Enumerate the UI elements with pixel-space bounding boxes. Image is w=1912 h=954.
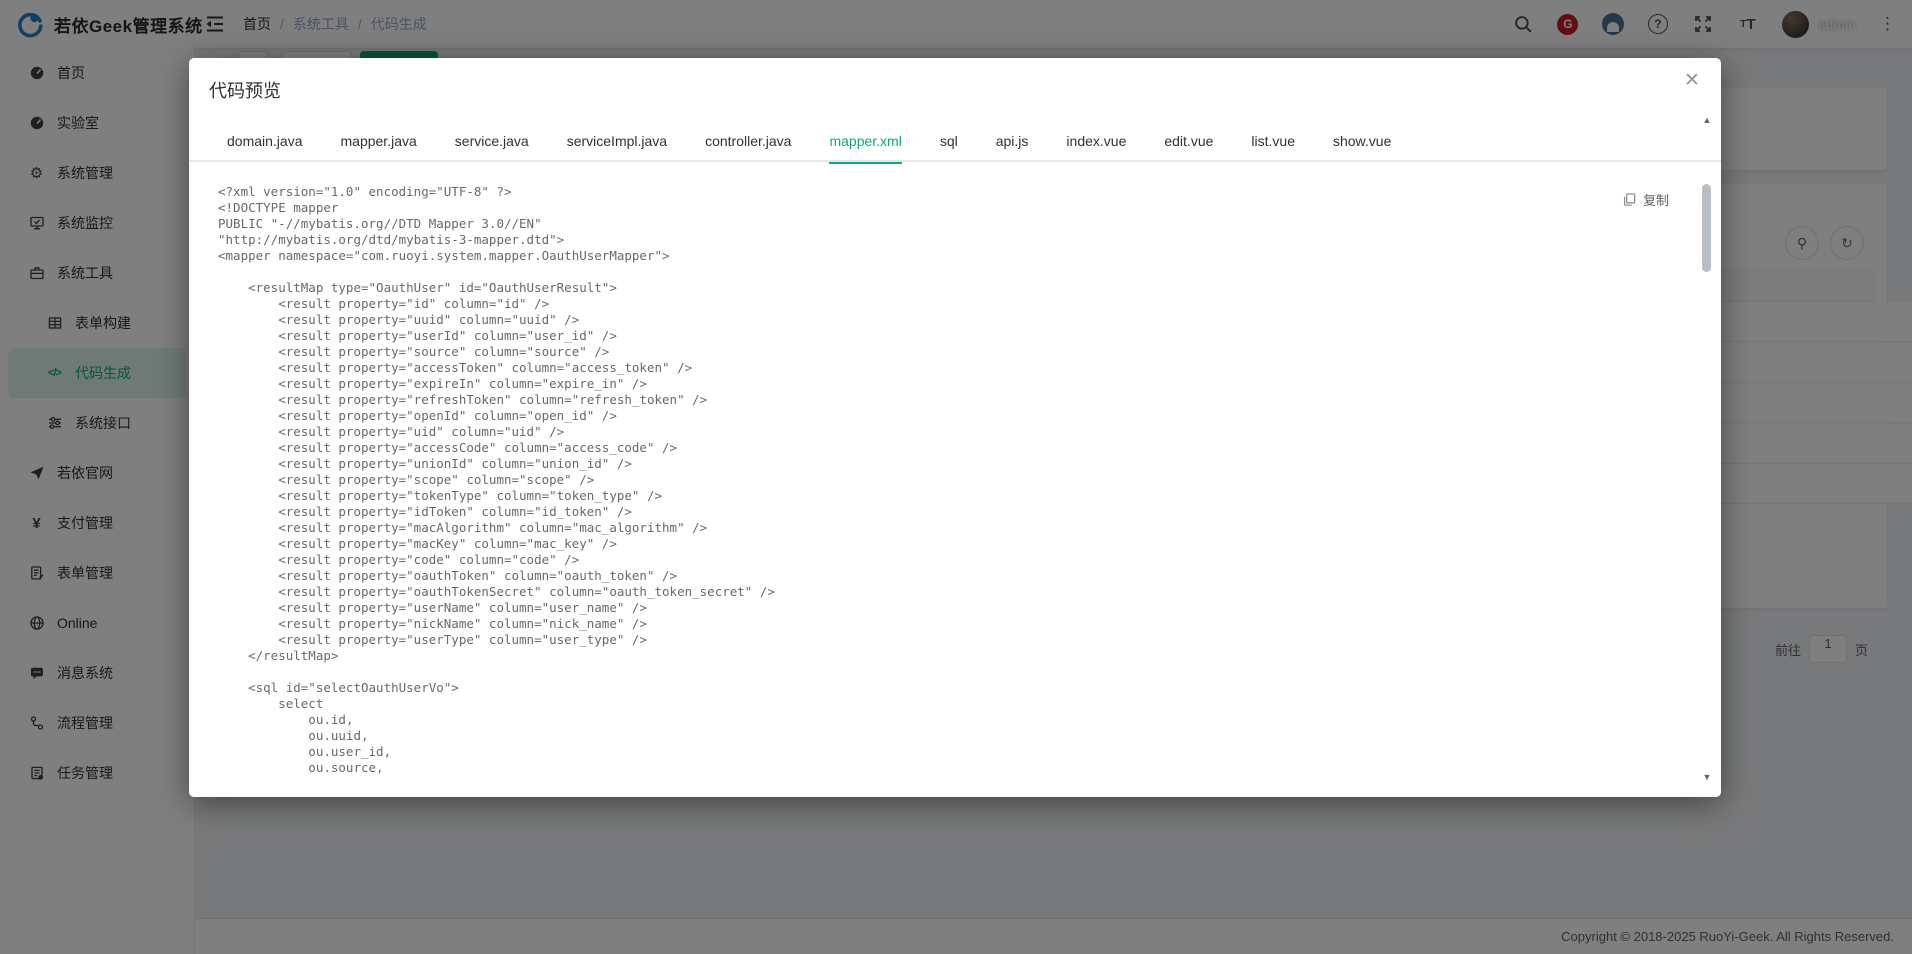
tab-edit.vue[interactable]: edit.vue	[1164, 122, 1213, 162]
tab-serviceImpl.java[interactable]: serviceImpl.java	[567, 122, 667, 162]
dialog-title: 代码预览	[209, 77, 281, 103]
tab-list.vue[interactable]: list.vue	[1251, 122, 1295, 162]
tab-index.vue[interactable]: index.vue	[1066, 122, 1126, 162]
code-preview-dialog: 代码预览 ✕ domain.java mapper.java service.jav…	[189, 58, 1721, 797]
tab-api.js[interactable]: api.js	[996, 122, 1029, 162]
file-tabs: domain.java mapper.java service.java servic…	[189, 122, 1721, 162]
tab-show.vue[interactable]: show.vue	[1333, 122, 1391, 162]
tab-domain.java[interactable]: domain.java	[227, 122, 303, 162]
tab-mapper.java[interactable]: mapper.java	[341, 122, 417, 162]
close-icon[interactable]: ✕	[1681, 70, 1703, 92]
tab-mapper.xml[interactable]: mapper.xml	[829, 122, 901, 162]
code-content: <?xml version="1.0" encoding="UTF-8" ?> …	[218, 184, 1661, 789]
scroll-down-icon[interactable]: ▼	[1701, 771, 1713, 783]
scrollbar-thumb[interactable]	[1702, 184, 1711, 272]
tab-controller.java[interactable]: controller.java	[705, 122, 791, 162]
scroll-up-icon[interactable]: ▲	[1701, 114, 1713, 126]
tab-service.java[interactable]: service.java	[455, 122, 529, 162]
tab-sql[interactable]: sql	[940, 122, 958, 162]
dialog-scrollbar: ▲ ▼	[1701, 114, 1713, 783]
